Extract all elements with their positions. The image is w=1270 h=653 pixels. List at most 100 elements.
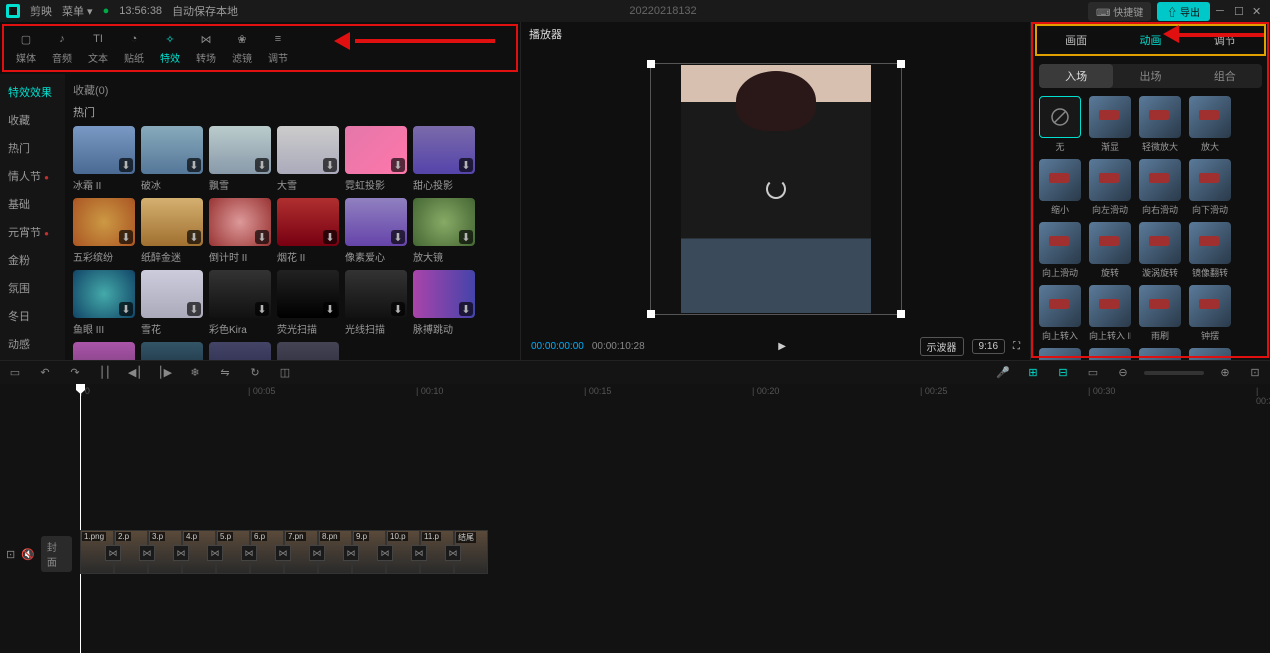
crop-icon[interactable]: ◫: [276, 364, 294, 382]
primary-tab-转场[interactable]: ⋈转场: [188, 31, 224, 65]
effect-card[interactable]: ⬇光线扫描: [345, 270, 407, 336]
shortcut-button[interactable]: ⌨ 快捷键: [1088, 2, 1151, 21]
animation-card[interactable]: 漩涡旋转: [1139, 222, 1181, 279]
animation-card[interactable]: 向上转入 II: [1089, 285, 1131, 342]
ratio-button[interactable]: 9:16: [972, 339, 1005, 354]
download-icon[interactable]: ⬇: [459, 302, 473, 316]
animation-subtab[interactable]: 入场: [1039, 64, 1113, 88]
reset-icon[interactable]: [766, 179, 786, 199]
playhead[interactable]: [80, 384, 81, 653]
transition-icon[interactable]: ⋈: [275, 545, 291, 561]
resize-handle[interactable]: [647, 310, 655, 318]
mic-icon[interactable]: 🎤: [994, 364, 1012, 382]
category-item[interactable]: 元宵节 ●: [0, 218, 65, 246]
category-item[interactable]: 氛围: [0, 274, 65, 302]
download-icon[interactable]: ⬇: [391, 302, 405, 316]
primary-tab-媒体[interactable]: ▢媒体: [8, 31, 44, 65]
transition-icon[interactable]: ⋈: [241, 545, 257, 561]
primary-tab-文本[interactable]: TI文本: [80, 31, 116, 65]
zoom-out-icon[interactable]: ⊖: [1114, 364, 1132, 382]
split-icon[interactable]: ⎮⎮: [96, 364, 114, 382]
animation-card[interactable]: [1089, 348, 1131, 360]
property-tab[interactable]: 动画: [1113, 28, 1187, 52]
close-icon[interactable]: ✕: [1252, 5, 1264, 17]
animation-card[interactable]: 渐显: [1089, 96, 1131, 153]
effect-card[interactable]: ⬇霓虹投影: [345, 126, 407, 192]
effect-card[interactable]: ⬇像素爱心: [345, 198, 407, 264]
transition-icon[interactable]: ⋈: [343, 545, 359, 561]
animation-card[interactable]: [1189, 348, 1231, 360]
download-icon[interactable]: ⬇: [323, 230, 337, 244]
effect-card[interactable]: ⬇脉搏跳动: [413, 270, 475, 336]
transition-icon[interactable]: ⋈: [207, 545, 223, 561]
category-item[interactable]: 特效效果: [0, 78, 65, 106]
download-icon[interactable]: ⬇: [255, 158, 269, 172]
effect-card[interactable]: ⬇放大镜: [413, 198, 475, 264]
mute-icon[interactable]: 🔇: [21, 548, 35, 561]
download-icon[interactable]: ⬇: [391, 230, 405, 244]
animation-card[interactable]: 无: [1039, 96, 1081, 153]
effect-card[interactable]: ⬇鱼眼 III: [73, 270, 135, 336]
lock-icon[interactable]: ⊡: [6, 548, 15, 561]
download-icon[interactable]: ⬇: [119, 158, 133, 172]
fullscreen-icon[interactable]: ⛶: [1013, 341, 1020, 352]
effect-card[interactable]: ⬇彩色Kira: [209, 270, 271, 336]
zoom-fit-icon[interactable]: ⊡: [1246, 364, 1264, 382]
zoom-slider[interactable]: [1144, 371, 1204, 375]
animation-card[interactable]: 向上滑动: [1039, 222, 1081, 279]
download-icon[interactable]: ⬇: [255, 230, 269, 244]
transition-icon[interactable]: ⋈: [411, 545, 427, 561]
category-item[interactable]: 金粉: [0, 246, 65, 274]
minimize-icon[interactable]: ─: [1216, 5, 1228, 17]
effect-card[interactable]: ⬇荧光扫描: [277, 270, 339, 336]
animation-card[interactable]: 向左滑动: [1089, 159, 1131, 216]
download-icon[interactable]: ⬇: [119, 230, 133, 244]
undo-icon[interactable]: ↶: [36, 364, 54, 382]
property-tab[interactable]: 调节: [1188, 28, 1262, 52]
scope-button[interactable]: 示波器: [920, 337, 964, 356]
download-icon[interactable]: ⬇: [187, 230, 201, 244]
animation-subtab[interactable]: 出场: [1113, 64, 1187, 88]
primary-tab-贴纸[interactable]: ◔贴纸: [116, 31, 152, 65]
preview-canvas[interactable]: [650, 63, 902, 315]
effect-card[interactable]: ⬇雪花: [141, 270, 203, 336]
effect-card[interactable]: ⬇: [209, 342, 271, 360]
animation-card[interactable]: 钟摆: [1189, 285, 1231, 342]
transition-icon[interactable]: ⋈: [139, 545, 155, 561]
primary-tab-音频[interactable]: ♪音频: [44, 31, 80, 65]
preview-canvas-area[interactable]: [521, 46, 1030, 332]
redo-icon[interactable]: ↷: [66, 364, 84, 382]
download-icon[interactable]: ⬇: [391, 158, 405, 172]
download-icon[interactable]: ⬇: [459, 158, 473, 172]
transition-icon[interactable]: ⋈: [309, 545, 325, 561]
animation-card[interactable]: [1039, 348, 1081, 360]
effect-card[interactable]: ⬇: [73, 342, 135, 360]
delete-left-icon[interactable]: ◀⎮: [126, 364, 144, 382]
select-tool-icon[interactable]: ▭: [6, 364, 24, 382]
effect-card[interactable]: ⬇五彩缤纷: [73, 198, 135, 264]
effect-card[interactable]: ⬇: [277, 342, 339, 360]
transition-icon[interactable]: ⋈: [105, 545, 121, 561]
download-icon[interactable]: ⬇: [187, 158, 201, 172]
link-icon[interactable]: ⊟: [1054, 364, 1072, 382]
transition-icon[interactable]: ⋈: [377, 545, 393, 561]
resize-handle[interactable]: [897, 310, 905, 318]
video-track[interactable]: 1.png⋈2.p⋈3.p⋈4.p⋈5.p⋈6.p⋈7.pn⋈8.pn⋈9.p⋈…: [80, 530, 488, 576]
animation-card[interactable]: 放大: [1189, 96, 1231, 153]
effect-card[interactable]: ⬇大雪: [277, 126, 339, 192]
primary-tab-特效[interactable]: ✧特效: [152, 31, 188, 65]
category-item[interactable]: 动感: [0, 330, 65, 358]
category-item[interactable]: 热门: [0, 134, 65, 162]
timeline-ruler[interactable]: | 0| 00:05| 00:10| 00:15| 00:20| 00:25| …: [0, 384, 1270, 400]
category-item[interactable]: Bling: [0, 358, 65, 360]
animation-card[interactable]: [1139, 348, 1181, 360]
animation-card[interactable]: 雨刷: [1139, 285, 1181, 342]
effect-card[interactable]: ⬇烟花 II: [277, 198, 339, 264]
download-icon[interactable]: ⬇: [255, 302, 269, 316]
timeline-clip[interactable]: 1.png⋈: [80, 530, 114, 574]
rotate-icon[interactable]: ↻: [246, 364, 264, 382]
resize-handle[interactable]: [897, 60, 905, 68]
mirror-icon[interactable]: ⇋: [216, 364, 234, 382]
effect-card[interactable]: ⬇甜心投影: [413, 126, 475, 192]
effect-card[interactable]: ⬇纸醉金迷: [141, 198, 203, 264]
